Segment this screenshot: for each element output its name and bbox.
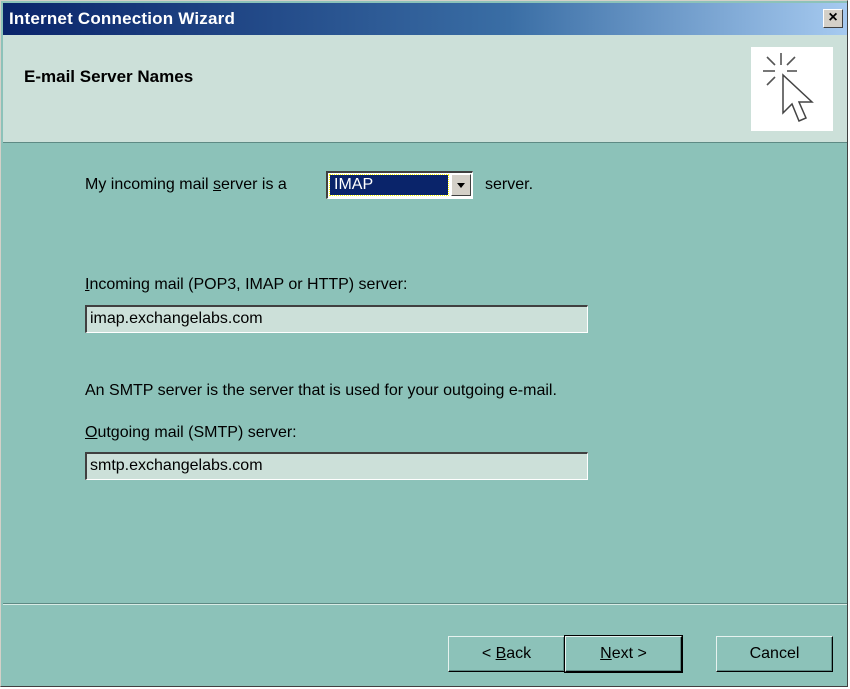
outgoing-server-hotkey: O — [85, 424, 98, 441]
wizard-header: E-mail Server Names — [3, 35, 847, 143]
outgoing-server-label: Outgoing mail (SMTP) server: — [85, 424, 297, 442]
close-button[interactable]: × — [823, 9, 843, 28]
back-button-prefix: < — [481, 645, 496, 662]
incoming-type-label-prefix: My incoming mail — [85, 176, 214, 193]
page-title: E-mail Server Names — [24, 67, 194, 86]
wizard-window: Internet Connection Wizard × E-mail Serv… — [0, 0, 848, 687]
incoming-type-hotkey: s — [213, 176, 222, 193]
incoming-type-label: My incoming mail server is a — [85, 176, 287, 194]
smtp-info-text: An SMTP server is the server that is use… — [85, 382, 557, 399]
title-bar[interactable]: Internet Connection Wizard × — [3, 3, 847, 35]
next-button-hotkey: N — [600, 645, 612, 662]
back-button-label: ack — [506, 645, 532, 662]
incoming-server-label-text: ncoming mail (POP3, IMAP or HTTP) server… — [89, 276, 408, 293]
back-button[interactable]: < Back — [448, 636, 565, 672]
next-button-label: ext > — [611, 645, 647, 662]
back-button-hotkey: B — [495, 645, 507, 662]
cancel-button[interactable]: Cancel — [716, 636, 833, 672]
incoming-server-label: Incoming mail (POP3, IMAP or HTTP) serve… — [85, 276, 407, 294]
window-title: Internet Connection Wizard — [9, 9, 236, 28]
server-type-dropdown[interactable]: IMAP — [326, 171, 473, 199]
server-type-selected-value: IMAP — [329, 174, 449, 196]
footer-divider — [3, 603, 847, 605]
next-button[interactable]: Next > — [564, 635, 683, 673]
outgoing-server-label-text: utgoing mail (SMTP) server: — [97, 424, 297, 441]
outgoing-server-field[interactable]: smtp.exchangelabs.com — [85, 452, 588, 480]
incoming-server-field[interactable]: imap.exchangelabs.com — [85, 305, 588, 333]
wizard-cursor-icon — [751, 47, 833, 131]
incoming-type-label-suffix: erver is a — [221, 176, 287, 193]
server-suffix-label: server. — [485, 176, 534, 193]
chevron-down-icon[interactable] — [451, 174, 471, 196]
